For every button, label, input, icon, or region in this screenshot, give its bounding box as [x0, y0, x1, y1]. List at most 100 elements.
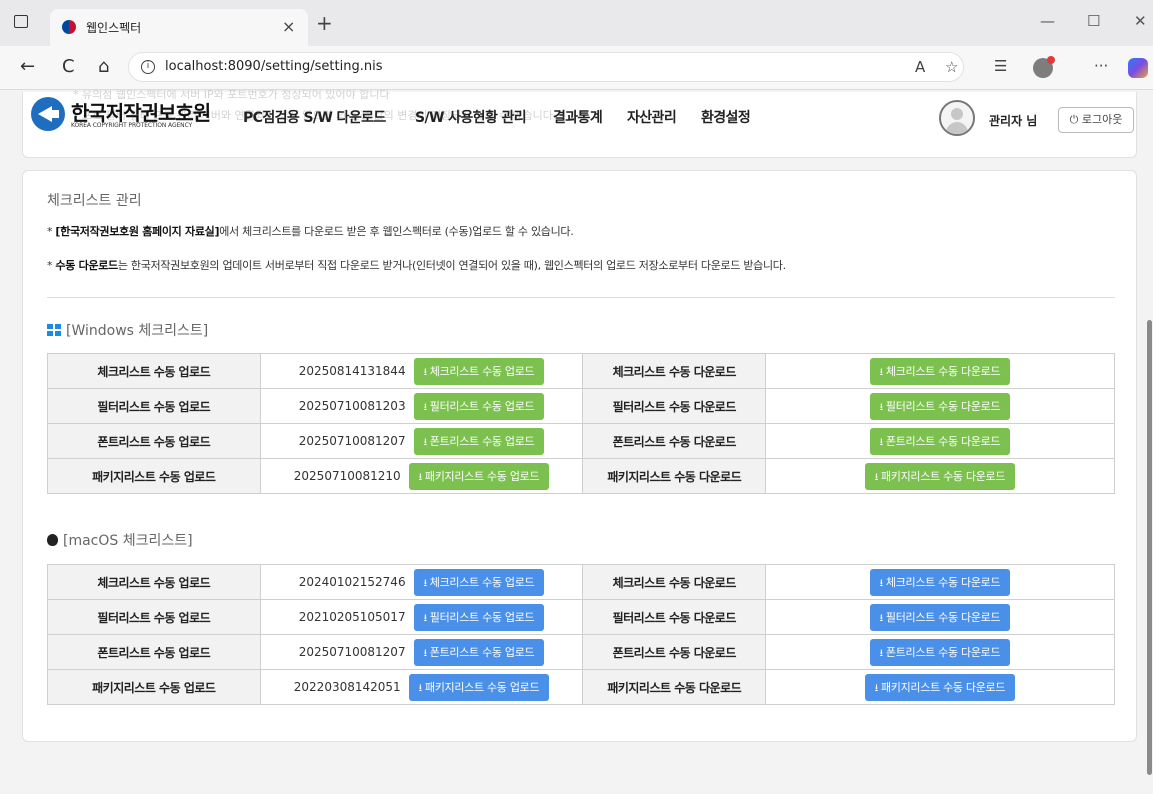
last-upload-date: 20250710081210	[293, 469, 401, 483]
tab-title: 웹인스펙터	[86, 21, 142, 35]
download-label: 패키지리스트 수동 다운로드	[582, 669, 766, 705]
download-cell: ⭳ 패키지리스트 수동 다운로드	[764, 458, 1116, 494]
site-header: * 유의점 웹인스펙터에 서버 IP와 포트번호가 정상되어 있어야 합니다 *…	[22, 90, 1137, 158]
table-row: 패키지리스트 수동 업로드 20220308142051 ⭳ 패키지리스트 수동 업로…	[47, 669, 1116, 705]
checklist-panel: 체크리스트 관리 * [한국저작권보호원 홈페이지 자료실]에서 체크리스트를 …	[22, 170, 1137, 742]
upload-button[interactable]: ⭳ 패키지리스트 수동 업로드	[408, 462, 550, 490]
upload-button-label: 폰트리스트 수동 업로드	[429, 645, 535, 659]
site-info-icon[interactable]: i	[141, 60, 155, 74]
upload-label: 패키지리스트 수동 업로드	[47, 669, 261, 705]
browser-tab[interactable]: 웹인스펙터 ×	[50, 9, 308, 46]
maximize-icon[interactable]: ☐	[1087, 12, 1100, 30]
menu-pc-sw-download[interactable]: PC점검용 S/W 다운로드	[243, 107, 386, 127]
upload-button[interactable]: ⭳ 체크리스트 수동 업로드	[413, 357, 545, 385]
last-upload-date: 20250710081207	[298, 645, 406, 659]
upload-arrow-icon: ⭳	[418, 471, 423, 483]
close-window-icon[interactable]: ✕	[1134, 12, 1147, 30]
scrollbar-thumb[interactable]	[1147, 320, 1152, 775]
upload-button[interactable]: ⭳ 폰트리스트 수동 업로드	[413, 638, 545, 666]
download-button-label: 패키지리스트 수동 다운로드	[880, 680, 1006, 694]
upload-arrow-icon: ⭳	[423, 436, 428, 448]
upload-arrow-icon: ⭳	[423, 612, 428, 624]
section-divider	[47, 297, 1115, 298]
url-text[interactable]: localhost:8090/setting/setting.nis	[165, 59, 382, 74]
download-button-label: 폰트리스트 수동 다운로드	[885, 434, 1001, 448]
last-upload-date: 20250710081203	[298, 399, 406, 413]
more-menu-icon[interactable]: ···	[1094, 57, 1108, 75]
address-bar[interactable]: i localhost:8090/setting/setting.nis A ☆	[128, 52, 964, 82]
agency-logo-icon[interactable]	[31, 97, 65, 131]
page-viewport: * 유의점 웹인스펙터에 서버 IP와 포트번호가 정상되어 있어야 합니다 *…	[10, 90, 1145, 794]
download-label: 폰트리스트 수동 다운로드	[582, 423, 766, 459]
download-arrow-icon: ⭳	[879, 577, 884, 589]
menu-asset-management[interactable]: 자산관리	[627, 107, 677, 127]
profile-avatar-icon[interactable]	[1033, 56, 1055, 78]
download-button-label: 체크리스트 수동 다운로드	[885, 575, 1001, 589]
download-button[interactable]: ⭳ 필터리스트 수동 다운로드	[869, 392, 1011, 420]
upload-button[interactable]: ⭳ 폰트리스트 수동 업로드	[413, 427, 545, 455]
download-button[interactable]: ⭳ 패키지리스트 수동 다운로드	[864, 673, 1016, 701]
download-button[interactable]: ⭳ 폰트리스트 수동 다운로드	[869, 638, 1011, 666]
read-aloud-icon[interactable]: A	[915, 58, 925, 76]
upload-button[interactable]: ⭳ 필터리스트 수동 업로드	[413, 603, 545, 631]
upload-button-label: 필터리스트 수동 업로드	[429, 399, 535, 413]
download-label: 패키지리스트 수동 다운로드	[582, 458, 766, 494]
download-button[interactable]: ⭳ 폰트리스트 수동 다운로드	[869, 427, 1011, 455]
download-cell: ⭳ 체크리스트 수동 다운로드	[764, 353, 1116, 389]
download-cell: ⭳ 필터리스트 수동 다운로드	[764, 599, 1116, 635]
download-arrow-icon: ⭳	[879, 647, 884, 659]
download-label: 필터리스트 수동 다운로드	[582, 388, 766, 424]
download-cell: ⭳ 필터리스트 수동 다운로드	[764, 388, 1116, 424]
upload-button-label: 필터리스트 수동 업로드	[429, 610, 535, 624]
download-arrow-icon: ⭳	[879, 401, 884, 413]
upload-cell: 20240102152746 ⭳ 체크리스트 수동 업로드	[259, 564, 584, 600]
download-cell: ⭳ 폰트리스트 수동 다운로드	[764, 423, 1116, 459]
download-button-label: 패키지리스트 수동 다운로드	[880, 469, 1006, 483]
upload-button-label: 체크리스트 수동 업로드	[429, 364, 535, 378]
download-button[interactable]: ⭳ 체크리스트 수동 다운로드	[869, 568, 1011, 596]
table-row: 필터리스트 수동 업로드 20210205105017 ⭳ 필터리스트 수동 업로드 필…	[47, 599, 1116, 635]
home-icon[interactable]: ⌂	[98, 56, 109, 77]
upload-button[interactable]: ⭳ 체크리스트 수동 업로드	[413, 568, 545, 596]
download-button[interactable]: ⭳ 패키지리스트 수동 다운로드	[864, 462, 1016, 490]
upload-cell: 20250710081207 ⭳ 폰트리스트 수동 업로드	[259, 423, 584, 459]
windows-section-title: [Windows 체크리스트]	[47, 320, 208, 340]
new-tab-icon[interactable]: +	[316, 11, 333, 35]
download-arrow-icon: ⭳	[879, 436, 884, 448]
windows-section-label: [Windows 체크리스트]	[66, 323, 209, 339]
page-scrollbar[interactable]	[1145, 90, 1153, 794]
upload-button[interactable]: ⭳ 패키지리스트 수동 업로드	[408, 673, 550, 701]
download-button[interactable]: ⭳ 체크리스트 수동 다운로드	[869, 357, 1011, 385]
table-row: 패키지리스트 수동 업로드 20250710081210 ⭳ 패키지리스트 수동 업로…	[47, 458, 1116, 494]
copilot-icon[interactable]	[1128, 58, 1148, 78]
macos-checklist-table: 체크리스트 수동 업로드 20240102152746 ⭳ 체크리스트 수동 업로드 체…	[47, 564, 1116, 705]
favorite-star-icon[interactable]: ☆	[945, 58, 958, 76]
logout-button[interactable]: ⏻ 로그아웃	[1058, 107, 1134, 133]
favorites-icon[interactable]: ☰	[994, 57, 1007, 75]
download-button[interactable]: ⭳ 필터리스트 수동 다운로드	[869, 603, 1011, 631]
browser-titlebar: 웹인스펙터 × + — ☐ ✕	[0, 0, 1153, 46]
upload-button[interactable]: ⭳ 필터리스트 수동 업로드	[413, 392, 545, 420]
table-row: 체크리스트 수동 업로드 20240102152746 ⭳ 체크리스트 수동 업로드 체…	[47, 564, 1116, 600]
reload-icon[interactable]: C	[62, 56, 75, 77]
notice-manual-download-text: 는 한국저작권보호원의 업데이트 서버로부터 직접 다운로드 받거나(인터넷이 …	[117, 259, 786, 272]
download-button-label: 체크리스트 수동 다운로드	[885, 364, 1001, 378]
download-button-label: 필터리스트 수동 다운로드	[885, 399, 1001, 413]
upload-cell: 20210205105017 ⭳ 필터리스트 수동 업로드	[259, 599, 584, 635]
download-button-label: 필터리스트 수동 다운로드	[885, 610, 1001, 624]
tab-actions-icon[interactable]	[14, 15, 28, 28]
menu-settings[interactable]: 환경설정	[701, 107, 751, 127]
upload-label: 폰트리스트 수동 업로드	[47, 634, 261, 670]
download-label: 폰트리스트 수동 다운로드	[582, 634, 766, 670]
minimize-icon[interactable]: —	[1040, 12, 1055, 30]
user-avatar[interactable]	[939, 100, 975, 136]
upload-cell: 20250710081210 ⭳ 패키지리스트 수동 업로드	[259, 458, 584, 494]
menu-result-stats[interactable]: 결과통계	[553, 107, 603, 127]
back-icon[interactable]: ←	[20, 56, 35, 77]
tab-close-icon[interactable]: ×	[282, 17, 295, 36]
table-row: 체크리스트 수동 업로드 20250814131844 ⭳ 체크리스트 수동 업로드 체…	[47, 353, 1116, 389]
download-arrow-icon: ⭳	[874, 682, 879, 694]
upload-label: 체크리스트 수동 업로드	[47, 353, 261, 389]
menu-sw-usage[interactable]: S/W 사용현황 관리	[415, 107, 527, 127]
upload-arrow-icon: ⭳	[423, 366, 428, 378]
